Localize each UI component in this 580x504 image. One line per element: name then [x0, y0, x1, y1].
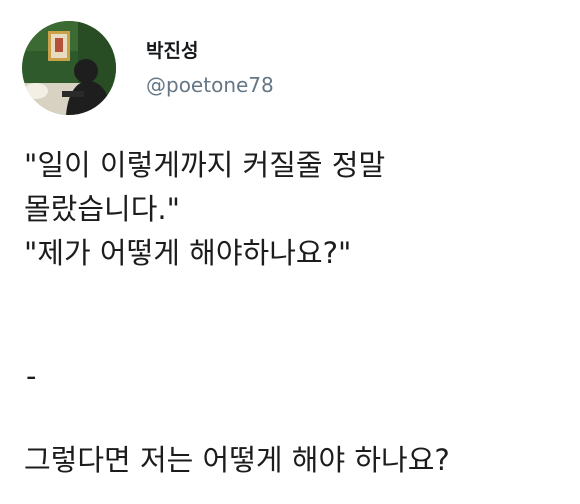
display-name[interactable]: 박진성	[146, 39, 274, 63]
tweet-text-line: "제가 어떻게 해야하나요?"	[24, 236, 352, 270]
tweet-card: 박진성 @poetone78 "일이 이렇게까지 커질줄 정말 몰랐습니다." …	[0, 0, 580, 504]
tweet-text-line: 몰랐습니다."	[24, 192, 180, 226]
tweet-text-line: "일이 이렇게까지 커질줄 정말	[24, 148, 386, 182]
user-names: 박진성 @poetone78	[146, 39, 274, 97]
avatar-image	[22, 21, 116, 115]
avatar[interactable]	[22, 21, 116, 115]
tweet-text: "일이 이렇게까지 커질줄 정말 몰랐습니다." "제가 어떻게 해야하나요?"	[24, 143, 564, 275]
tweet-header: 박진성 @poetone78	[22, 20, 274, 116]
separator-dash: -	[26, 359, 37, 393]
user-handle[interactable]: @poetone78	[146, 73, 274, 97]
reply-text: 그렇다면 저는 어떻게 해야 하나요?	[24, 443, 450, 477]
